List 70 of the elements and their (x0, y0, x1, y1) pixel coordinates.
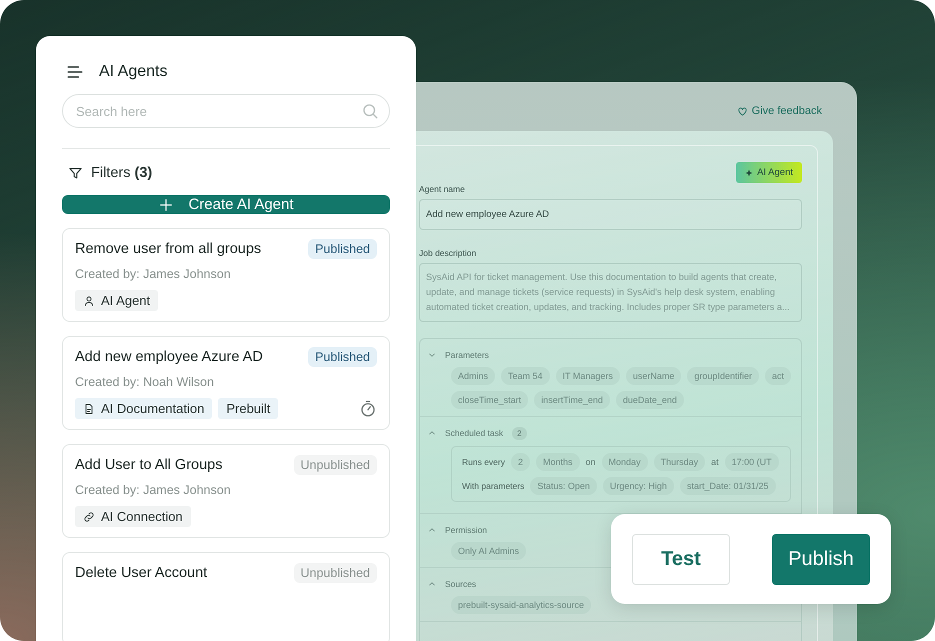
link-icon (83, 510, 95, 522)
agent-card[interactable]: Delete User Account Unpublished (62, 552, 390, 641)
creator-text: Created by: James Johnson (75, 267, 232, 281)
parameter-chip: prebuilt-sysaid-analytics-source (451, 596, 592, 614)
test-button[interactable]: Test (632, 534, 730, 584)
panel-title: AI Agents (99, 63, 168, 81)
sparkle-icon (745, 168, 754, 176)
section-title: Scheduled task (445, 428, 504, 438)
schedule-chip: 2 (511, 453, 530, 471)
create-agent-button[interactable]: Create AI Agent (62, 195, 390, 214)
tag-label: AI Connection (101, 509, 183, 524)
parameter-chip: Admins (451, 367, 496, 385)
chevron-icon[interactable] (428, 351, 436, 359)
agent-title: Add User to All Groups (75, 457, 222, 473)
tag-label: AI Documentation (101, 401, 204, 416)
agent-card[interactable]: Add User to All Groups Unpublished Created by: James Johnson AI Connection (62, 444, 390, 538)
filter-icon (68, 166, 83, 180)
parameter-chip: insertTime_end (534, 391, 610, 409)
parameter-chip: Only AI Admins (451, 542, 526, 560)
section-title: Sources (445, 579, 476, 589)
agent-title: Delete User Account (75, 565, 208, 581)
agent-title: Add new employee Azure AD (75, 349, 263, 365)
creator-text: Created by: James Johnson (75, 483, 232, 497)
schedule-chip: start_Date: 01/31/25 (680, 477, 776, 495)
publish-button[interactable]: Publish (772, 534, 870, 584)
tag-label: Prebuilt (226, 401, 270, 416)
schedule-chip: Status: Open (530, 477, 597, 495)
chevron-icon[interactable] (428, 526, 436, 534)
search-icon (361, 102, 379, 120)
creator-text: Created by: Noah Wilson (75, 375, 215, 389)
agent-name-field[interactable]: Add new employee Azure AD (419, 199, 802, 230)
parameter-chip: act (764, 367, 791, 385)
status-badge: Published (308, 239, 377, 259)
parameter-chip: userName (626, 367, 682, 385)
parameter-chip: Team 54 (501, 367, 550, 385)
agent-card[interactable]: Remove user from all groups Published Created by: James Johnson AI Agent (62, 228, 390, 322)
schedule-chip: Monday (602, 453, 648, 471)
schedule-chip: 17:00 (UT (724, 453, 779, 471)
agent-card[interactable]: Add new employee Azure AD Published Created by: Noah Wilson AI Documentation Prebuilt (62, 336, 390, 430)
chevron-icon[interactable] (428, 580, 436, 588)
filters-button[interactable]: Filters (3) (62, 165, 390, 181)
parameter-chip: closeTime_start (451, 391, 528, 409)
status-badge: Unpublished (294, 455, 377, 475)
agent-title: Remove user from all groups (75, 241, 262, 257)
document-icon (83, 402, 95, 414)
status-badge: Published (308, 347, 377, 367)
field-label: Job description (419, 248, 478, 258)
chevron-icon[interactable] (428, 429, 436, 437)
schedule-chip: Months (536, 453, 580, 471)
section-title: Permission (445, 525, 488, 535)
agent-type-badge: AI Agent (736, 162, 802, 183)
parameter-chip: dueDate_end (616, 391, 684, 409)
parameter-chip: IT Managers (556, 367, 620, 385)
section-title: Parameters (445, 350, 489, 360)
person-icon (83, 294, 95, 306)
status-badge: Unpublished (294, 563, 377, 583)
schedule-label: Runs every (462, 457, 505, 467)
count-badge: 2 (512, 426, 527, 440)
heart-icon (736, 106, 748, 116)
schedule-chip: Urgency: High (602, 477, 674, 495)
tag-label: AI Agent (101, 293, 150, 308)
schedule-chip: Thursday (654, 453, 706, 471)
schedule-label: With parameters (462, 481, 524, 491)
parameter-chip: groupIdentifier (687, 367, 759, 385)
connector-word: at (711, 457, 719, 467)
search-field[interactable]: Search here (62, 94, 390, 128)
connector-word: on (586, 457, 596, 467)
feedback-link[interactable]: Give feedback (736, 102, 822, 120)
plus-icon (158, 196, 174, 212)
field-label: Agent name (419, 184, 466, 194)
